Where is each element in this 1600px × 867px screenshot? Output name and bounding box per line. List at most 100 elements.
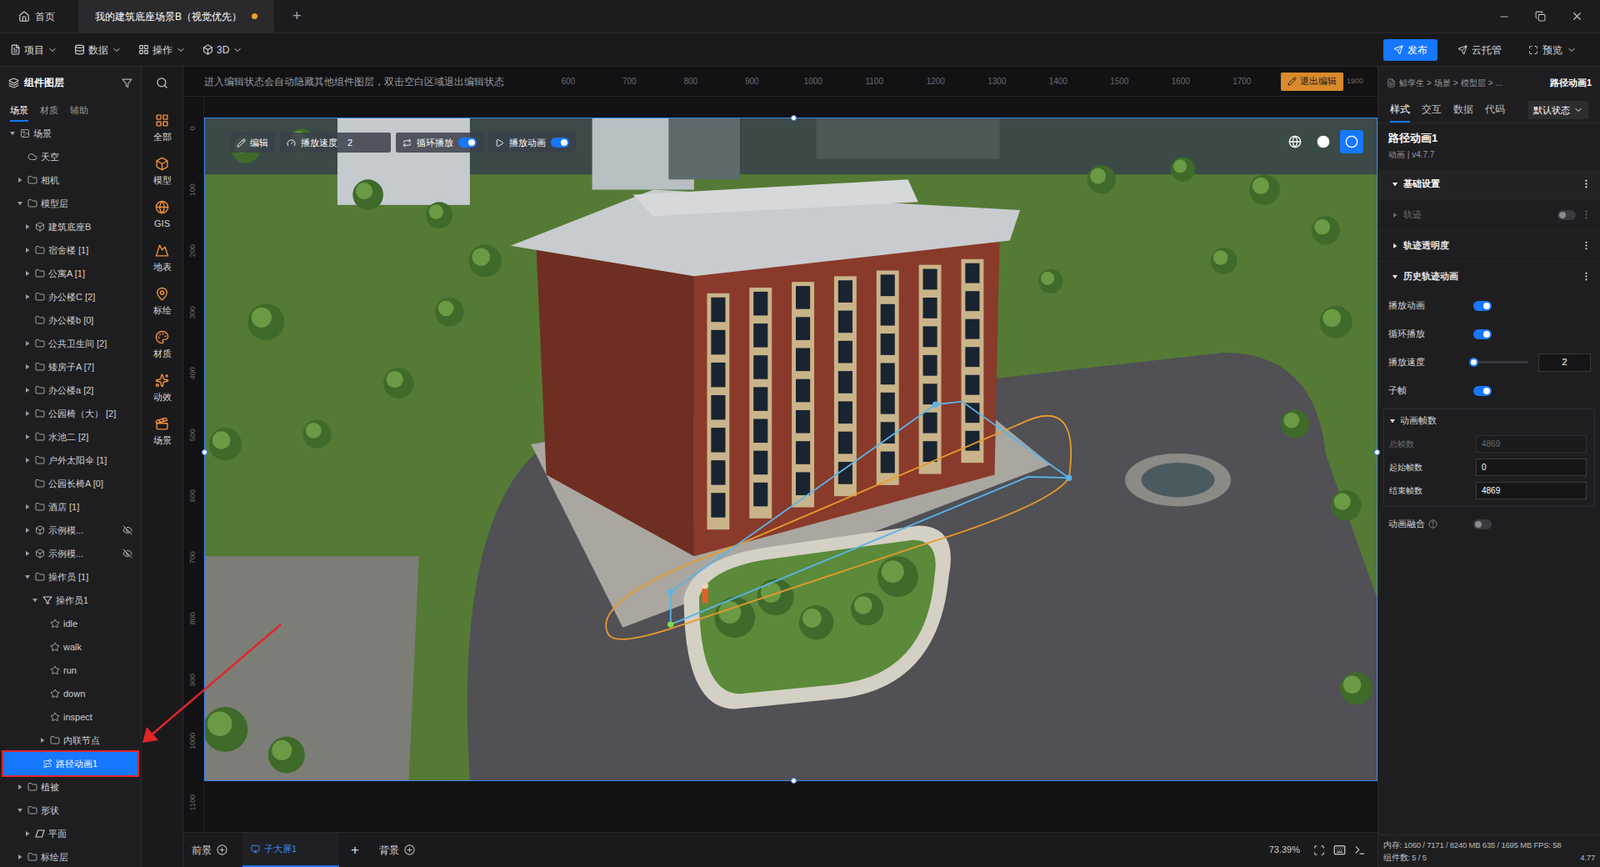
breadcrumb-item[interactable]: 模型层 [1460,76,1486,90]
property-tab[interactable]: 交互 [1421,101,1442,123]
fieldset-header[interactable]: 动画帧数 [1384,409,1595,433]
document-tab[interactable]: 我的建筑底座场景B（视觉优先） [78,0,275,33]
more-icon[interactable] [1580,270,1592,282]
group-caret-icon[interactable] [1391,242,1399,250]
screen-tab[interactable]: 子大屏1 [242,832,340,867]
expand-caret-icon[interactable] [39,736,46,744]
tree-caret[interactable] [23,340,32,347]
tree-caret[interactable] [23,363,32,370]
group-caret-icon[interactable] [1391,273,1399,280]
expand-caret-icon[interactable] [16,176,24,184]
tree-caret[interactable] [38,736,47,744]
layer-tab[interactable]: 辅助 [70,103,89,123]
tree-item[interactable]: 天空 [3,145,138,169]
tree-item[interactable]: walk [3,635,138,659]
background-label[interactable]: 背景 [379,842,400,858]
breadcrumb-item[interactable]: 场景 [1434,76,1451,90]
property-switch[interactable] [1473,300,1492,311]
expand-caret-icon[interactable] [16,200,24,207]
component-category[interactable]: 动效 [141,366,184,410]
more-icon[interactable] [1580,240,1592,251]
add-foreground-icon[interactable] [216,844,228,855]
selection-handle[interactable] [201,449,208,455]
tree-item[interactable]: 平面 [3,821,138,845]
search-icon[interactable] [155,76,169,90]
tree-item[interactable]: 内联节点 [3,728,138,752]
frame-input[interactable]: 4869 [1475,481,1587,500]
property-tab[interactable]: 样式 [1390,101,1410,123]
tree-caret[interactable] [23,573,32,580]
component-category[interactable]: 地表 [141,236,184,280]
expand-caret-icon[interactable] [16,806,24,814]
speed-input[interactable]: 2 [1538,353,1591,372]
tree-item[interactable]: down [3,681,138,705]
expand-caret-icon[interactable] [24,270,31,277]
toolbar-action[interactable]: 云托管 [1450,39,1509,61]
speed-control[interactable]: 播放速度2 [280,132,391,153]
section-caret-icon[interactable] [1391,180,1399,188]
tree-item[interactable]: 办公楼a [2] [3,378,138,402]
expand-caret-icon[interactable] [24,363,31,370]
foreground-label[interactable]: 前景 [191,842,212,858]
add-screen-button[interactable]: + [350,839,360,861]
tree-caret[interactable] [23,270,32,277]
tree-item[interactable]: 公园椅（大） [2] [3,401,138,425]
tree-caret[interactable] [23,246,32,254]
expand-caret-icon[interactable] [24,340,31,347]
expand-caret-icon[interactable] [24,830,31,837]
layer-tab[interactable]: 场景 [10,103,29,123]
expand-caret-icon[interactable] [24,386,31,394]
tree-item[interactable]: 宿舍楼 [1] [3,238,138,262]
tree-caret[interactable] [23,293,32,300]
tree-item[interactable]: run [3,658,138,682]
toolbar-toggle[interactable]: 循环播放 [395,132,484,153]
tree-item[interactable]: 植被 [3,775,138,799]
menu-item[interactable]: 项目 [10,42,58,58]
group-switch[interactable] [1557,210,1576,220]
restore-icon[interactable] [1535,10,1546,22]
menu-item[interactable]: 3D [202,42,243,58]
tree-item[interactable]: 水池二 [2] [3,425,138,449]
tree-caret[interactable] [15,176,25,184]
tree-caret[interactable] [15,783,25,790]
tree-item[interactable]: 酒店 [1] [3,495,138,519]
expand-caret-icon[interactable] [24,433,31,440]
property-tab[interactable]: 代码 [1485,101,1505,123]
frame-input[interactable]: 0 [1475,458,1587,476]
tree-caret[interactable] [23,550,32,557]
tree-item[interactable]: 矮房子A [7] [3,355,138,379]
console-icon[interactable] [1354,844,1366,856]
view-mode-button[interactable] [1283,130,1307,154]
tree-caret[interactable] [15,853,25,860]
view-mode-button[interactable] [1311,130,1335,154]
tree-item[interactable]: idle [3,611,138,635]
property-tab[interactable]: 数据 [1453,101,1474,123]
hidden-eye-icon[interactable] [122,525,133,535]
add-background-icon[interactable] [404,844,415,855]
toolbar-action[interactable]: 预览 [1521,39,1584,61]
tree-item[interactable]: 办公楼b [0] [3,308,138,332]
tree-caret[interactable] [23,433,32,440]
group-header[interactable]: 轨迹 [1378,199,1600,230]
component-category[interactable]: GIS [141,193,184,237]
expand-caret-icon[interactable] [9,130,16,137]
tree-caret[interactable] [23,456,32,464]
fieldset-caret-icon[interactable] [1389,417,1396,425]
exit-edit-button[interactable]: 退出编辑 [1280,72,1344,91]
breadcrumb-item[interactable]: 鲸孪生 [1399,76,1425,90]
tree-item[interactable]: 办公楼C [2] [3,285,138,309]
expand-caret-icon[interactable] [16,783,24,790]
tree-item[interactable]: 相机 [3,168,138,192]
group-caret-icon[interactable] [1391,211,1399,219]
new-tab-button[interactable]: + [292,5,302,28]
expand-caret-icon[interactable] [24,503,31,510]
tree-caret[interactable] [23,526,32,534]
tree-caret[interactable] [30,596,40,604]
expand-caret-icon[interactable] [24,526,31,534]
toolbar-switch[interactable] [458,137,477,148]
state-select[interactable]: 默认状态 [1528,100,1589,120]
slider-knob[interactable] [1469,357,1479,367]
component-category[interactable]: 标绘 [141,280,184,324]
tree-item[interactable]: 公园长椅A [0] [3,471,138,495]
menu-item[interactable]: 操作 [138,42,186,58]
